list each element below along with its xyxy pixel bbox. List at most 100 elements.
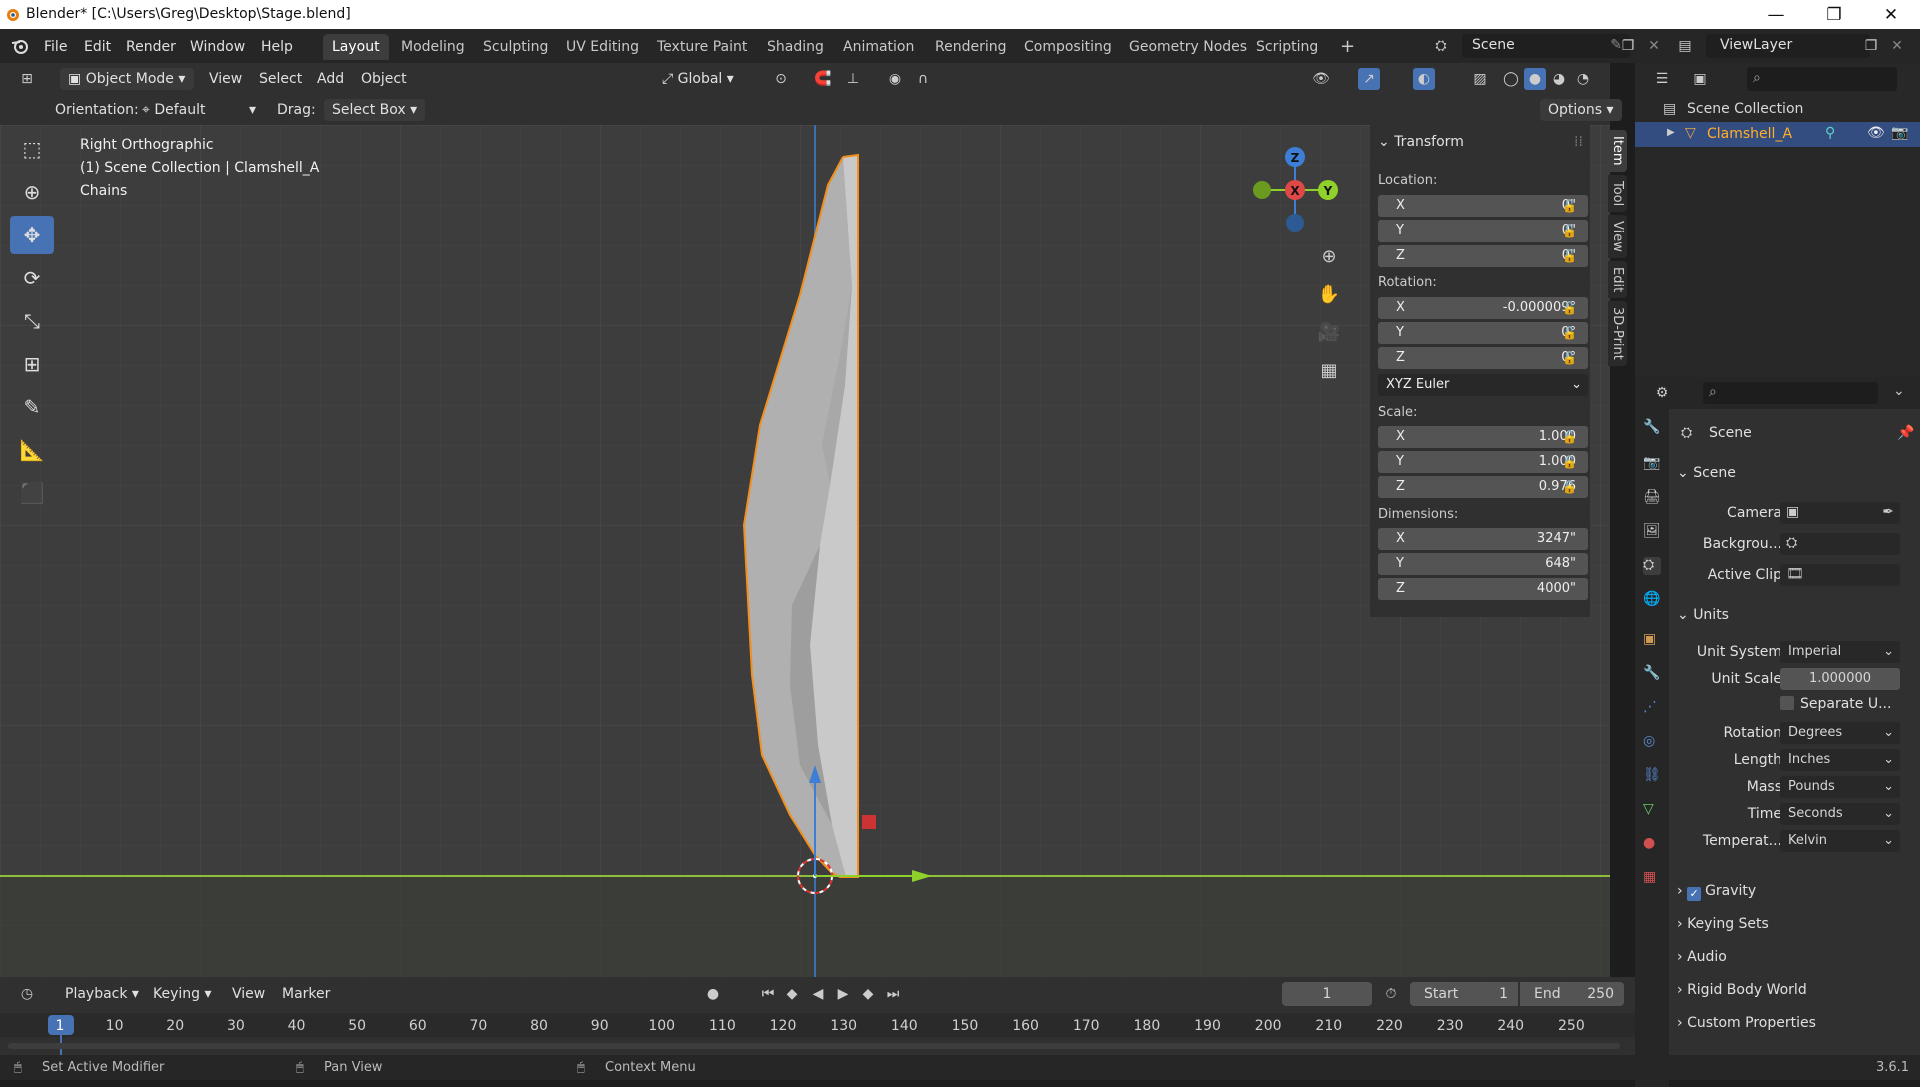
- tab-compositing[interactable]: Compositing: [1015, 34, 1121, 60]
- tab-view[interactable]: View: [1608, 214, 1627, 258]
- wireframe-shading-icon[interactable]: ◯: [1500, 68, 1522, 90]
- timer-icon[interactable]: ⏱: [1380, 983, 1402, 1005]
- tab-uv-editing[interactable]: UV Editing: [557, 34, 648, 60]
- view-layer-icon[interactable]: ▤: [1674, 35, 1696, 57]
- audio-section-header[interactable]: › Audio: [1677, 949, 1727, 965]
- lock-icon[interactable]: 🔓: [1562, 480, 1578, 494]
- dimensions-z-field[interactable]: Z 4000": [1378, 578, 1588, 600]
- playback-menu[interactable]: Playback ▾: [65, 983, 139, 1005]
- keying-sets-section-header[interactable]: › Keying Sets: [1677, 916, 1769, 932]
- mass-units-dropdown[interactable]: Pounds ⌄: [1780, 776, 1900, 798]
- menu-edit[interactable]: Edit: [78, 36, 117, 58]
- outliner-row-clamshell[interactable]: ▶ ▽ Clamshell_A ⚲ 👁 📷: [1635, 122, 1920, 147]
- menu-window[interactable]: Window: [184, 36, 251, 58]
- separate-units-checkbox[interactable]: Separate U...: [1780, 696, 1891, 712]
- jump-end-icon[interactable]: ⏭: [882, 983, 904, 1005]
- xray-icon[interactable]: ▨: [1469, 68, 1491, 90]
- display-mode-icon[interactable]: ▣: [1689, 68, 1711, 90]
- tab-3d-print[interactable]: 3D-Print: [1608, 300, 1627, 366]
- lock-icon[interactable]: 🔓: [1562, 199, 1578, 213]
- pivot-point-icon[interactable]: ⊙: [770, 68, 792, 90]
- cursor-tool-icon[interactable]: ⊕: [10, 173, 54, 211]
- eyedropper-icon[interactable]: ✒: [1882, 504, 1894, 520]
- tab-modeling[interactable]: Modeling: [392, 34, 474, 60]
- texture-tab-icon[interactable]: ▦: [1643, 869, 1661, 887]
- outliner-editor-icon[interactable]: ☰: [1651, 68, 1673, 90]
- end-frame-field[interactable]: End 250: [1520, 982, 1624, 1006]
- location-x-field[interactable]: X 0": [1378, 195, 1588, 217]
- tool-tab-icon[interactable]: 🔧: [1643, 419, 1661, 437]
- snap-icon[interactable]: 🧲: [812, 68, 834, 90]
- lock-icon[interactable]: 🔓: [1562, 430, 1578, 444]
- close-button[interactable]: ✕: [1862, 0, 1920, 29]
- transform-header[interactable]: ⌄ Transform: [1378, 134, 1464, 150]
- select-box-tool-icon[interactable]: ⬚: [10, 130, 54, 168]
- particles-tab-icon[interactable]: ⋰: [1643, 699, 1661, 717]
- mode-dropdown[interactable]: ▣ Object Mode ▾: [60, 68, 194, 90]
- pin-icon[interactable]: 📌: [1897, 425, 1914, 441]
- play-icon[interactable]: ▶: [832, 983, 854, 1005]
- scale-z-field[interactable]: Z 0.976: [1378, 476, 1588, 498]
- material-tab-icon[interactable]: ●: [1643, 835, 1661, 853]
- dimensions-y-field[interactable]: Y 648": [1378, 553, 1588, 575]
- timeline-view-menu[interactable]: View: [232, 983, 265, 1005]
- camera-render-icon[interactable]: 📷: [1891, 125, 1908, 141]
- visibility-icon[interactable]: 👁: [1310, 68, 1332, 90]
- units-section-header[interactable]: ⌄ Units: [1677, 607, 1729, 623]
- outliner-search-input[interactable]: ⌕: [1747, 67, 1897, 91]
- view-layer-selector[interactable]: ViewLayer: [1706, 34, 1870, 58]
- marker-menu[interactable]: Marker: [282, 983, 330, 1005]
- blender-menu-icon[interactable]: [10, 37, 30, 59]
- world-tab-icon[interactable]: 🌐: [1643, 591, 1661, 609]
- editor-type-icon[interactable]: ⊞: [16, 68, 38, 90]
- camera-field[interactable]: ▣ ✒: [1780, 502, 1900, 524]
- custom-properties-section-header[interactable]: › Custom Properties: [1677, 1015, 1816, 1031]
- menu-render[interactable]: Render: [120, 36, 182, 58]
- properties-search-input[interactable]: ⌕: [1703, 382, 1878, 404]
- new-scene-icon[interactable]: ❐: [1617, 35, 1639, 57]
- measure-tool-icon[interactable]: 📐: [10, 431, 54, 469]
- material-preview-icon[interactable]: ◕: [1548, 68, 1570, 90]
- rotation-units-dropdown[interactable]: Degrees ⌄: [1780, 722, 1900, 744]
- lock-icon[interactable]: 🔓: [1562, 455, 1578, 469]
- scale-y-field[interactable]: Y 1.000: [1378, 451, 1588, 473]
- location-z-field[interactable]: Z 0": [1378, 245, 1588, 267]
- transform-orientation-dropdown[interactable]: ⤢ Global ▾: [662, 68, 734, 90]
- menu-select[interactable]: Select: [259, 68, 302, 90]
- menu-file[interactable]: File: [38, 36, 73, 58]
- modifier-icon[interactable]: ⚲: [1825, 125, 1835, 141]
- current-frame-field[interactable]: 1: [1282, 982, 1372, 1006]
- next-keyframe-icon[interactable]: ◆: [857, 983, 879, 1005]
- rigid-body-world-section-header[interactable]: › Rigid Body World: [1677, 982, 1807, 998]
- data-tab-icon[interactable]: ▽: [1643, 801, 1661, 819]
- new-view-layer-icon[interactable]: ❐: [1860, 35, 1882, 57]
- location-y-field[interactable]: Y 0": [1378, 220, 1588, 242]
- lock-icon[interactable]: 🔓: [1562, 224, 1578, 238]
- play-reverse-icon[interactable]: ◀: [807, 983, 829, 1005]
- lock-icon[interactable]: 🔓: [1562, 301, 1578, 315]
- outliner-row-scene-collection[interactable]: ▤ Scene Collection: [1635, 97, 1920, 122]
- rotation-mode-dropdown[interactable]: XYZ Euler ⌄: [1378, 374, 1588, 396]
- tab-item[interactable]: Item: [1608, 130, 1627, 172]
- modifier-tab-icon[interactable]: 🔧: [1643, 665, 1661, 683]
- scale-x-field[interactable]: X 1.000: [1378, 426, 1588, 448]
- lock-icon[interactable]: 🔓: [1562, 351, 1578, 365]
- jump-start-icon[interactable]: ⏮: [757, 983, 779, 1005]
- view-layer-tab-icon[interactable]: 🖼: [1643, 523, 1661, 541]
- menu-help[interactable]: Help: [255, 36, 299, 58]
- scene-section-header[interactable]: ⌄ Scene: [1677, 465, 1736, 481]
- tab-shading[interactable]: Shading: [758, 34, 833, 60]
- menu-view[interactable]: View: [209, 68, 242, 90]
- output-tab-icon[interactable]: 🖨: [1643, 489, 1661, 507]
- unit-scale-field[interactable]: 1.000000: [1780, 668, 1900, 690]
- timeline-editor-icon[interactable]: ◷: [16, 983, 38, 1005]
- lock-icon[interactable]: 🔓: [1562, 249, 1578, 263]
- gizmo-toggle-icon[interactable]: ↗: [1358, 68, 1380, 90]
- rotation-x-field[interactable]: X -0.000009°: [1378, 297, 1588, 319]
- physics-tab-icon[interactable]: ◎: [1643, 733, 1661, 751]
- tab-animation[interactable]: Animation: [834, 34, 923, 60]
- rotate-tool-icon[interactable]: ⟳: [10, 259, 54, 297]
- delete-scene-icon[interactable]: ✕: [1643, 35, 1665, 57]
- maximize-button[interactable]: ❐: [1805, 0, 1863, 29]
- eye-icon[interactable]: 👁: [1867, 125, 1885, 141]
